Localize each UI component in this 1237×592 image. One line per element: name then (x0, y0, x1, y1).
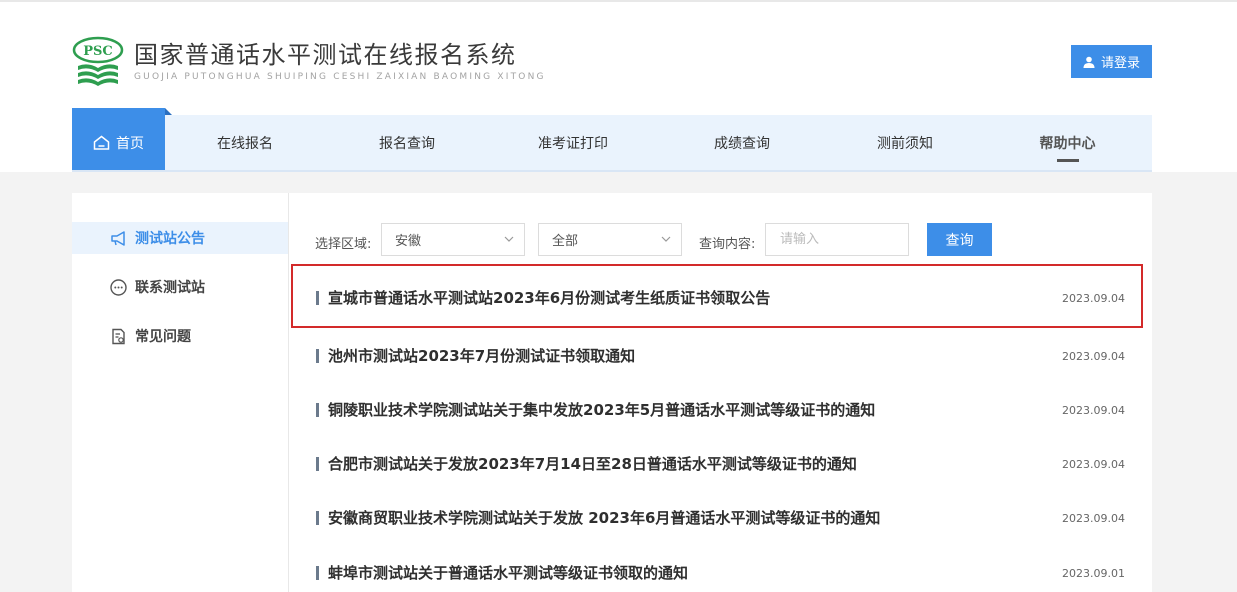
header: PSC 国家普通话水平测试在线报名系统 GUOJIA PUTONGHUA SHU… (0, 0, 1237, 172)
nav-label: 在线报名 (217, 135, 273, 152)
query-label: 查询内容: (699, 237, 756, 252)
news-bullet (316, 566, 319, 580)
site-title: 国家普通话水平测试在线报名系统 (134, 41, 517, 69)
news-date: 2023.09.04 (1062, 292, 1125, 305)
news-title[interactable]: 池州市测试站2023年7月份测试证书领取通知 (328, 346, 635, 366)
login-button[interactable]: 请登录 (1071, 45, 1152, 78)
news-item[interactable]: 安徽商贸职业技术学院测试站关于发放 2023年6月普通话水平测试等级证书的通知 … (299, 497, 1144, 537)
nav-label: 帮助中心 (1039, 135, 1096, 152)
sidebar: 测试站公告 联系测试站 常见问题 (72, 193, 289, 592)
home-icon (93, 135, 110, 150)
nav-item-help-center[interactable]: 帮助中心 (983, 115, 1152, 170)
query-button[interactable]: 查询 (927, 223, 992, 256)
top-divider (0, 0, 1237, 2)
news-date: 2023.09.01 (1062, 567, 1125, 580)
nav-item-registration-query[interactable]: 报名查询 (325, 115, 489, 170)
nav-item-online-registration[interactable]: 在线报名 (165, 115, 325, 170)
region-label: 选择区域: (315, 237, 372, 252)
chat-bubble-icon (110, 278, 127, 296)
site-subtitle: GUOJIA PUTONGHUA SHUIPING CESHI ZAIXIAN … (134, 72, 546, 82)
document-question-icon (112, 328, 125, 344)
region-select-value: 安徽 (395, 234, 422, 249)
news-date: 2023.09.04 (1062, 512, 1125, 525)
news-item[interactable]: 池州市测试站2023年7月份测试证书领取通知 2023.09.04 (299, 335, 1144, 375)
news-title[interactable]: 蚌埠市测试站关于普通话水平测试等级证书领取的通知 (328, 563, 688, 583)
sidebar-item-label: 联系测试站 (135, 280, 205, 296)
megaphone-icon (111, 230, 125, 246)
nav-label: 测前须知 (877, 135, 933, 152)
nav-item-home[interactable]: 首页 (72, 108, 172, 170)
news-item-highlighted[interactable]: 宣城市普通话水平测试站2023年6月份测试考生纸质证书领取公告 2023.09.… (291, 264, 1143, 328)
sidebar-item-contact[interactable]: 联系测试站 (72, 271, 288, 303)
main-nav: 首页 在线报名 报名查询 准考证打印 成绩查询 测前须知 帮助中心 (72, 108, 1152, 172)
nav-label: 准考证打印 (538, 135, 608, 152)
category-select[interactable]: 全部 (538, 223, 682, 256)
active-underline (1056, 159, 1079, 162)
sidebar-item-announcements[interactable]: 测试站公告 (72, 222, 288, 254)
sidebar-item-label: 测试站公告 (135, 231, 205, 247)
sidebar-item-label: 常见问题 (135, 329, 191, 345)
nav-item-admission-print[interactable]: 准考证打印 (489, 115, 657, 170)
news-item[interactable]: 合肥市测试站关于发放2023年7月14日至28日普通话水平测试等级证书的通知 2… (299, 443, 1144, 483)
news-title[interactable]: 铜陵职业技术学院测试站关于集中发放2023年5月普通话水平测试等级证书的通知 (328, 400, 875, 420)
news-bullet (316, 291, 319, 305)
query-input[interactable] (765, 223, 909, 256)
login-label: 请登录 (1100, 55, 1140, 70)
news-bullet (316, 403, 319, 417)
nav-label: 首页 (116, 135, 144, 152)
sidebar-item-faq[interactable]: 常见问题 (72, 320, 288, 352)
news-item[interactable]: 铜陵职业技术学院测试站关于集中发放2023年5月普通话水平测试等级证书的通知 2… (299, 389, 1144, 429)
category-select-value: 全部 (552, 234, 579, 249)
main-content: 测试站公告 联系测试站 常见问题 选择区域: 安徽 全部 查询内容: 查询 宣城… (72, 193, 1152, 592)
news-date: 2023.09.04 (1062, 458, 1125, 471)
region-select[interactable]: 安徽 (381, 223, 525, 256)
news-date: 2023.09.04 (1062, 350, 1125, 363)
nav-item-score-query[interactable]: 成绩查询 (657, 115, 827, 170)
chevron-down-icon (661, 236, 671, 242)
logo-text: PSC (83, 44, 113, 59)
user-icon (1083, 56, 1095, 68)
chevron-down-icon (504, 236, 514, 242)
news-item[interactable]: 蚌埠市测试站关于普通话水平测试等级证书领取的通知 2023.09.01 (299, 552, 1144, 592)
nav-label: 成绩查询 (714, 135, 770, 152)
nav-item-pretest-notice[interactable]: 测前须知 (827, 115, 983, 170)
news-title[interactable]: 宣城市普通话水平测试站2023年6月份测试考生纸质证书领取公告 (328, 288, 770, 308)
news-bullet (316, 457, 319, 471)
news-title[interactable]: 安徽商贸职业技术学院测试站关于发放 2023年6月普通话水平测试等级证书的通知 (328, 508, 880, 528)
news-bullet (316, 349, 319, 363)
psc-logo-icon: PSC (72, 36, 124, 86)
news-date: 2023.09.04 (1062, 404, 1125, 417)
nav-label: 报名查询 (379, 135, 435, 152)
news-bullet (316, 511, 319, 525)
news-title[interactable]: 合肥市测试站关于发放2023年7月14日至28日普通话水平测试等级证书的通知 (328, 454, 857, 474)
